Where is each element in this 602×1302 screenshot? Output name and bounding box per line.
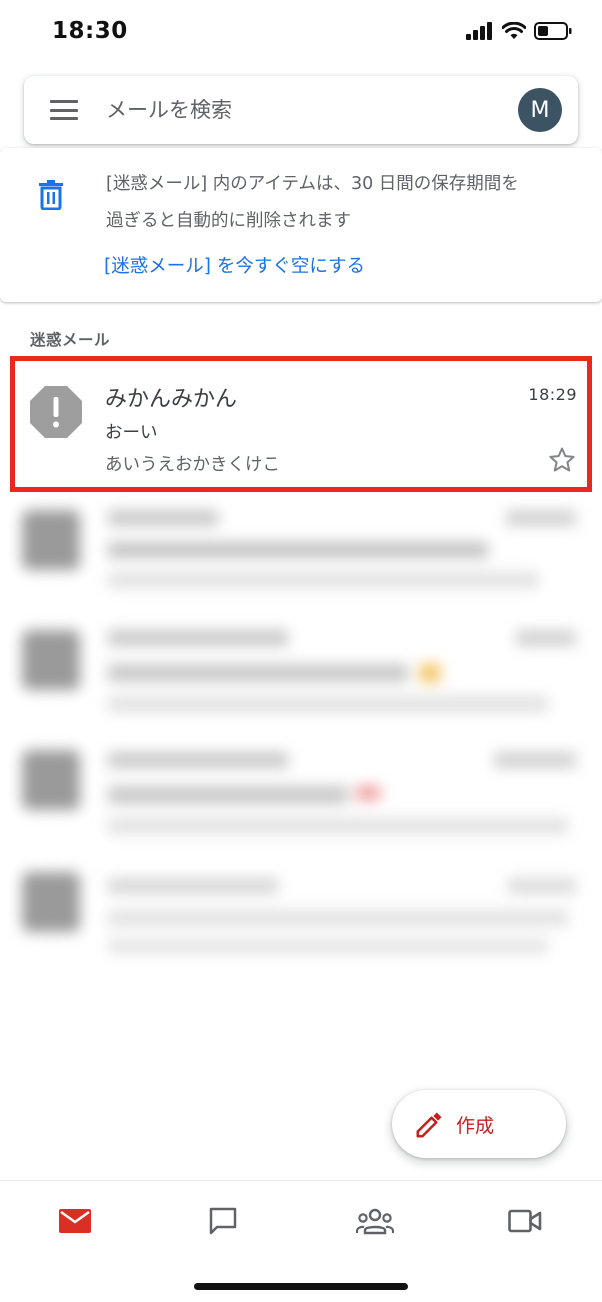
account-avatar[interactable]: M (518, 88, 562, 132)
obscured-mail-list (0, 498, 602, 988)
nav-meet[interactable] (500, 1201, 550, 1241)
spam-warning-icon (30, 386, 82, 438)
section-label: 迷惑メール (30, 331, 111, 349)
mail-snippet: あいうえおかきくけこ (105, 455, 280, 475)
star-icon[interactable] (547, 445, 577, 475)
spaces-icon (356, 1208, 394, 1235)
spam-notice-text: [迷惑メール] 内のアイテムは、30 日間の保存期間を 過ぎると自動的に削除され… (106, 166, 576, 240)
search-bar: M (24, 76, 578, 144)
mail-sender: みかんみかん (105, 387, 238, 412)
mail-icon (59, 1209, 91, 1233)
mail-time: 18:29 (528, 385, 577, 404)
wifi-icon (502, 22, 526, 39)
home-indicator[interactable] (194, 1283, 408, 1290)
search-input[interactable] (106, 92, 486, 128)
spam-notice-card: [迷惑メール] 内のアイテムは、30 日間の保存期間を 過ぎると自動的に削除され… (0, 148, 602, 302)
status-time: 18:30 (52, 18, 128, 44)
nav-mail[interactable] (50, 1201, 100, 1241)
spam-notice-line-2: 過ぎると自動的に削除されます (106, 211, 351, 231)
status-bar: 18:30 (0, 0, 602, 66)
signal-icon (466, 22, 492, 40)
status-icons (466, 22, 572, 40)
chat-icon (209, 1207, 237, 1235)
battery-icon (534, 22, 572, 40)
pencil-icon (416, 1112, 442, 1138)
trash-icon (39, 180, 63, 210)
compose-label: 作成 (456, 1115, 495, 1137)
nav-chat[interactable] (198, 1201, 248, 1241)
meet-video-icon (508, 1209, 542, 1233)
empty-spam-link[interactable]: [迷惑メール] を今すぐ空にする (104, 252, 365, 278)
mail-subject: おーい (105, 423, 158, 443)
mail-row[interactable]: みかんみかん 18:29 おーい あいうえおかきくけこ (10, 356, 592, 492)
nav-spaces[interactable] (350, 1201, 400, 1241)
menu-icon[interactable] (50, 100, 78, 120)
compose-button[interactable]: 作成 (392, 1090, 566, 1158)
spam-notice-line-1: [迷惑メール] 内のアイテムは、30 日間の保存期間を (106, 174, 519, 194)
